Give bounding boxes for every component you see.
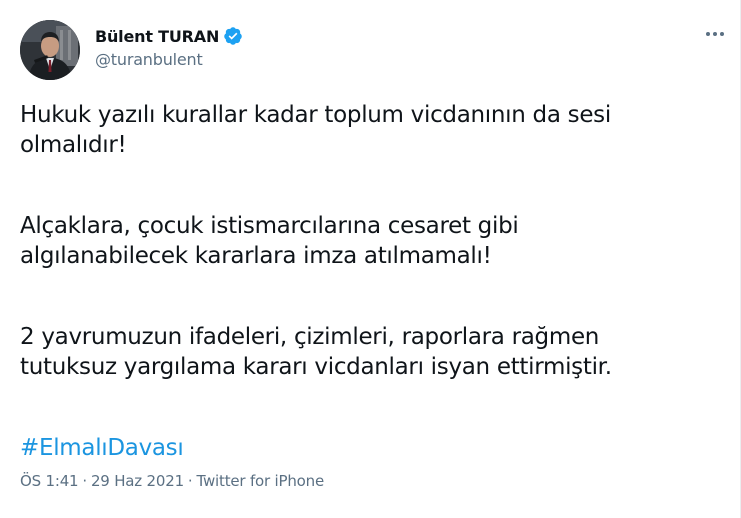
verified-badge-icon [223,26,243,46]
tweet-line: olmalıdır! [20,132,127,158]
author-handle[interactable]: @turanbulent [95,50,203,69]
avatar[interactable] [20,20,80,80]
more-dot [713,32,717,36]
tweet-line: algılanabilecek kararlara imza atılmamal… [20,243,492,269]
tweet-line: Alçaklara, çocuk istismarcılarına cesare… [20,213,519,239]
tweet-line: Hukuk yazılı kurallar kadar toplum vicda… [20,102,611,128]
tweet-text: Hukuk yazılı kurallar kadar toplum vicda… [20,100,720,463]
more-horizontal-icon [706,32,710,36]
tweet-date[interactable]: 29 Haz 2021 [91,472,184,490]
tweet-metadata: ÖS 1:41 · 29 Haz 2021 · Twitter for iPhone [20,472,324,490]
more-dot [720,32,724,36]
author-display-name[interactable]: Bülent TURAN [95,27,219,46]
hashtag-link[interactable]: #ElmalıDavası [20,435,184,461]
tweet-line: 2 yavrumuzun ifadeleri, çizimleri, rapor… [20,324,600,350]
more-options-button[interactable] [700,22,730,46]
author-name-row[interactable]: Bülent TURAN [95,25,243,47]
separator: · [187,472,193,490]
tweet-time[interactable]: ÖS 1:41 [20,472,79,490]
tweet-source[interactable]: Twitter for iPhone [197,472,325,490]
tweet-card: Bülent TURAN @turanbulent Hukuk yazılı k… [0,0,741,518]
separator: · [82,472,87,490]
avatar-photo [20,20,80,80]
tweet-line: tutuksuz yargılama kararı vicdanları isy… [20,354,612,380]
